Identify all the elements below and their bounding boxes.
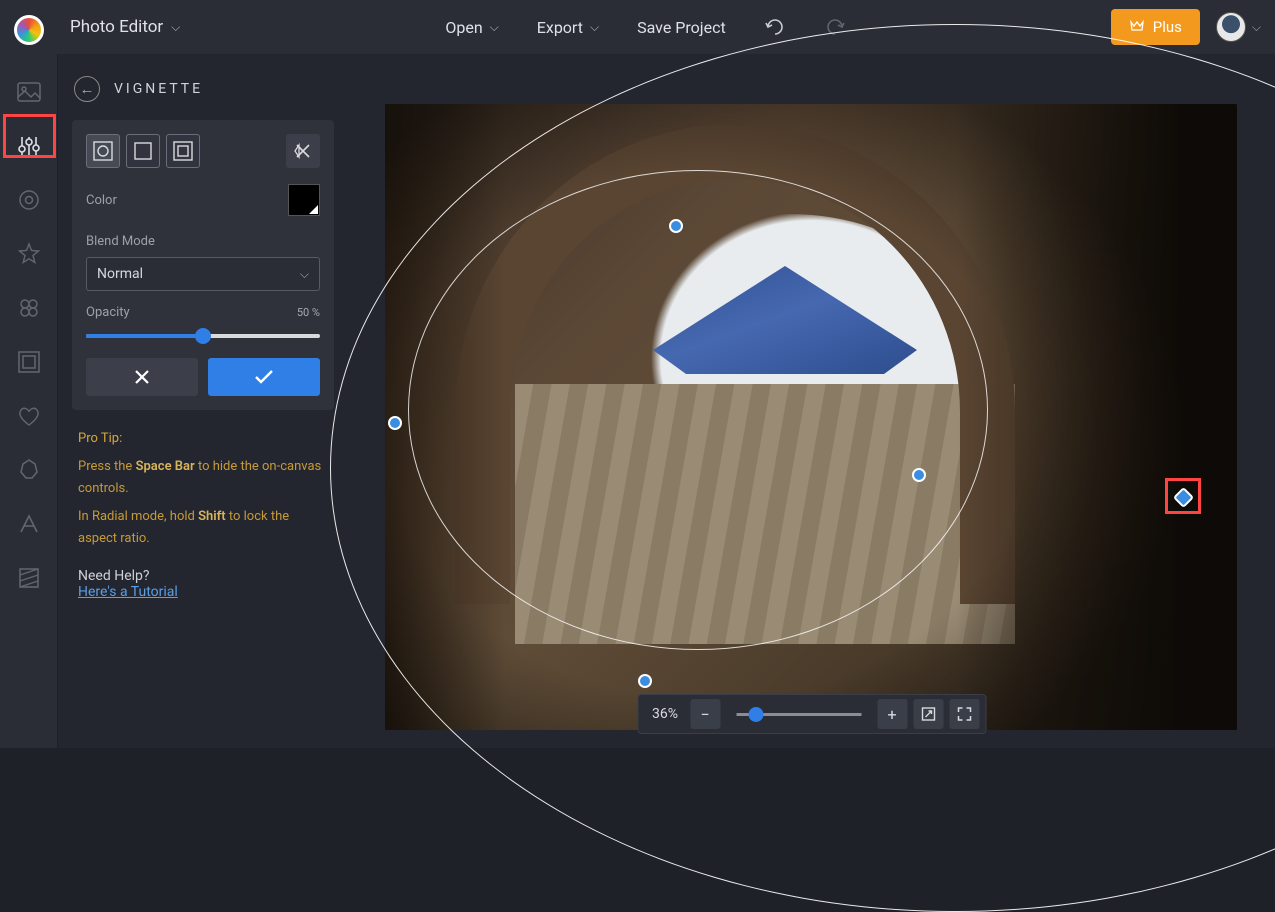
- fit-screen-button[interactable]: [913, 699, 943, 729]
- chevron-down-icon: ⌵: [1252, 20, 1261, 35]
- chevron-down-icon: ⌵: [300, 267, 309, 282]
- tool-frames[interactable]: [15, 348, 43, 376]
- shape-radial-button[interactable]: [86, 134, 120, 168]
- active-tool-highlight: [3, 114, 56, 158]
- cancel-button[interactable]: [86, 358, 198, 396]
- export-menu[interactable]: Export⌵: [537, 18, 599, 37]
- tool-image-manager[interactable]: [15, 78, 43, 106]
- tip-line-1: Press the Space Bar to hide the on-canva…: [78, 456, 328, 500]
- avatar: [1216, 12, 1246, 42]
- color-swatch[interactable]: [288, 184, 320, 216]
- zoom-slider[interactable]: [736, 713, 861, 716]
- outer-handle-highlight: [1165, 478, 1201, 514]
- chevron-down-icon: ⌵: [490, 20, 499, 35]
- apply-button[interactable]: [208, 358, 320, 396]
- inner-handle-left[interactable]: [388, 416, 402, 430]
- inner-handle-right[interactable]: [912, 468, 926, 482]
- zoom-value: 36%: [652, 706, 678, 722]
- panel-title: VIGNETTE: [114, 81, 203, 97]
- inner-handle-top[interactable]: [669, 219, 683, 233]
- zoom-in-button[interactable]: +: [877, 699, 907, 729]
- save-project-button[interactable]: Save Project: [637, 18, 726, 37]
- shape-square-button[interactable]: [126, 134, 160, 168]
- tip-line-2: In Radial mode, hold Shift to lock the a…: [78, 506, 328, 550]
- clear-button[interactable]: [286, 134, 320, 168]
- chevron-down-icon: ⌵: [590, 20, 599, 35]
- undo-button[interactable]: [764, 16, 786, 38]
- tool-graphics[interactable]: [15, 402, 43, 430]
- help-label: Need Help?: [78, 568, 328, 584]
- tool-overlays[interactable]: [15, 456, 43, 484]
- back-button[interactable]: ←: [74, 76, 100, 102]
- shape-inset-button[interactable]: [166, 134, 200, 168]
- color-label: Color: [86, 193, 117, 208]
- app-title-menu[interactable]: Photo Editor⌵: [70, 17, 180, 37]
- open-menu[interactable]: Open⌵: [445, 18, 498, 37]
- crown-icon: [1129, 19, 1145, 35]
- tool-textures[interactable]: [15, 564, 43, 592]
- vignette-inner-ellipse[interactable]: [408, 170, 988, 650]
- zoom-toolbar: 36% − +: [637, 694, 986, 734]
- app-logo[interactable]: [14, 15, 44, 45]
- tutorial-link[interactable]: Here's a Tutorial: [78, 584, 178, 600]
- blend-label: Blend Mode: [86, 234, 155, 249]
- opacity-value: 50 %: [297, 306, 320, 319]
- tip-title: Pro Tip:: [78, 428, 328, 450]
- fullscreen-button[interactable]: [949, 699, 979, 729]
- account-menu[interactable]: ⌵: [1216, 12, 1261, 42]
- tool-text[interactable]: [15, 510, 43, 538]
- opacity-slider[interactable]: [86, 334, 320, 338]
- tool-artsy[interactable]: [15, 294, 43, 322]
- opacity-label: Opacity: [86, 305, 130, 320]
- tool-touchup[interactable]: [15, 186, 43, 214]
- tool-effects[interactable]: [15, 240, 43, 268]
- zoom-out-button[interactable]: −: [690, 699, 720, 729]
- blend-mode-select[interactable]: Normal ⌵: [86, 257, 320, 291]
- chevron-down-icon: ⌵: [171, 20, 180, 35]
- inner-handle-bottom[interactable]: [638, 674, 652, 688]
